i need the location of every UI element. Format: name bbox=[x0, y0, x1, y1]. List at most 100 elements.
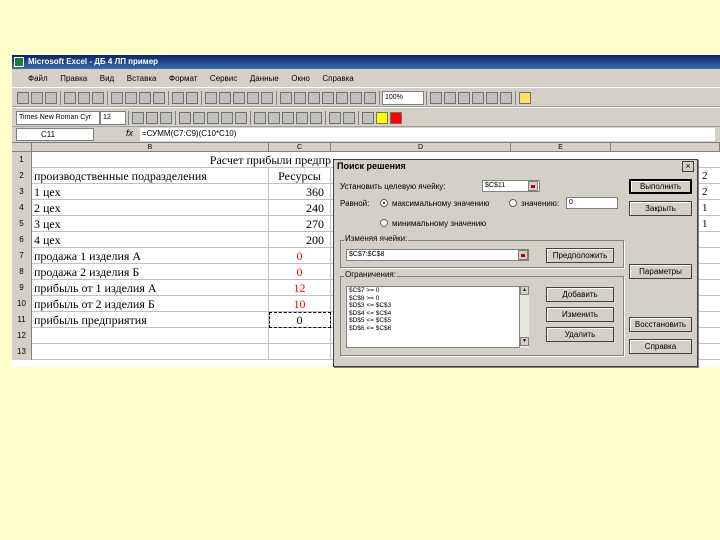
cell-b10[interactable]: прибыль от 2 изделия Б bbox=[32, 296, 269, 312]
cell-right-value[interactable]: 1 bbox=[702, 216, 720, 232]
menu-insert[interactable]: Вставка bbox=[122, 70, 162, 88]
underline-icon[interactable] bbox=[160, 112, 172, 124]
cell-c10[interactable]: 10 bbox=[269, 296, 331, 312]
options-button[interactable]: Параметры bbox=[629, 264, 692, 279]
align-center-icon[interactable] bbox=[193, 112, 205, 124]
comma-icon[interactable] bbox=[282, 112, 294, 124]
map-icon[interactable] bbox=[308, 92, 320, 104]
merge-center-icon[interactable] bbox=[235, 112, 247, 124]
menu-format[interactable]: Формат bbox=[164, 70, 202, 88]
row-number[interactable]: 6 bbox=[12, 232, 32, 248]
menu-help[interactable]: Справка bbox=[317, 70, 358, 88]
chart-wizard-icon[interactable] bbox=[294, 92, 306, 104]
list-item[interactable]: $D$4 <= $C$4 bbox=[347, 310, 528, 318]
column-header-f[interactable] bbox=[611, 143, 720, 152]
print-preview-icon[interactable] bbox=[78, 92, 90, 104]
cell-c12[interactable] bbox=[269, 328, 331, 344]
guess-button[interactable]: Предположить bbox=[546, 248, 614, 263]
menu-tools[interactable]: Сервис bbox=[205, 70, 242, 88]
italic-icon[interactable] bbox=[146, 112, 158, 124]
select-all-corner[interactable] bbox=[12, 143, 32, 152]
name-box[interactable]: C11 bbox=[16, 128, 94, 141]
cell-c9[interactable]: 12 bbox=[269, 280, 331, 296]
new-icon[interactable] bbox=[17, 92, 29, 104]
changing-cells-field[interactable]: $C$7:$C$8 bbox=[346, 249, 529, 261]
list-item[interactable]: $D$6 <= $C$6 bbox=[347, 325, 528, 333]
collapse-dialog-icon[interactable] bbox=[518, 250, 528, 260]
toolbar-icon[interactable] bbox=[486, 92, 498, 104]
autosum-icon[interactable] bbox=[219, 92, 231, 104]
row-number[interactable]: 8 bbox=[12, 264, 32, 280]
spelling-icon[interactable] bbox=[92, 92, 104, 104]
menu-data[interactable]: Данные bbox=[245, 70, 284, 88]
increase-decimal-icon[interactable] bbox=[296, 112, 308, 124]
row-number[interactable]: 12 bbox=[12, 328, 32, 344]
close-icon[interactable]: × bbox=[682, 161, 694, 172]
redo-icon[interactable] bbox=[186, 92, 198, 104]
align-right-icon[interactable] bbox=[207, 112, 219, 124]
formula-input[interactable]: =СУММ(C7:C9)(C10*C10) bbox=[140, 128, 715, 141]
save-icon[interactable] bbox=[45, 92, 57, 104]
cell-b3[interactable]: 1 цех bbox=[32, 184, 269, 200]
decrease-decimal-icon[interactable] bbox=[310, 112, 322, 124]
row-number[interactable]: 11 bbox=[12, 312, 32, 328]
cell-b13[interactable] bbox=[32, 344, 269, 360]
row-number[interactable]: 7 bbox=[12, 248, 32, 264]
cell-b7[interactable]: продажа 1 изделия А bbox=[32, 248, 269, 264]
list-item[interactable]: $D$3 <= $C$3 bbox=[347, 302, 528, 310]
align-left-icon[interactable] bbox=[179, 112, 191, 124]
cell-b2[interactable]: производственные подразделения bbox=[32, 168, 269, 184]
sort-descending-icon[interactable] bbox=[261, 92, 273, 104]
cell-c4[interactable]: 240 bbox=[269, 200, 331, 216]
reset-button[interactable]: Восстановить bbox=[629, 317, 692, 332]
row-number[interactable]: 2 bbox=[12, 168, 32, 184]
column-header-c[interactable]: C bbox=[269, 143, 331, 152]
column-header-d[interactable]: D bbox=[331, 143, 511, 152]
cell-b12[interactable] bbox=[32, 328, 269, 344]
format-painter-icon[interactable] bbox=[153, 92, 165, 104]
row-number[interactable]: 3 bbox=[12, 184, 32, 200]
print-icon[interactable] bbox=[64, 92, 76, 104]
row-number[interactable]: 13 bbox=[12, 344, 32, 360]
cell-c3[interactable]: 360 bbox=[269, 184, 331, 200]
font-select[interactable]: Times New Roman Cyr bbox=[16, 111, 100, 125]
delete-button[interactable]: Удалить bbox=[546, 327, 614, 342]
min-radio[interactable] bbox=[380, 219, 388, 227]
list-item[interactable]: $C$8 >= 0 bbox=[347, 295, 528, 303]
drawing-toolbar-icon[interactable] bbox=[364, 92, 376, 104]
cell-c8[interactable]: 0 bbox=[269, 264, 331, 280]
cell-right-value[interactable]: 2 bbox=[702, 168, 720, 184]
function-icon[interactable]: fx bbox=[126, 128, 133, 138]
list-item[interactable]: $D$5 <= $C$5 bbox=[347, 317, 528, 325]
percent-icon[interactable] bbox=[268, 112, 280, 124]
collapse-dialog-icon[interactable] bbox=[528, 181, 538, 191]
row-number[interactable]: 1 bbox=[12, 152, 32, 168]
copy-icon[interactable] bbox=[125, 92, 137, 104]
row-number[interactable]: 10 bbox=[12, 296, 32, 312]
zoom-select[interactable]: 100% bbox=[382, 91, 424, 105]
menu-window[interactable]: Окно bbox=[286, 70, 315, 88]
office-assistant-icon[interactable] bbox=[519, 92, 531, 104]
scroll-up-icon[interactable]: ▲ bbox=[520, 286, 529, 295]
cell-right-value[interactable]: 1 bbox=[702, 200, 720, 216]
font-size-select[interactable]: 12 bbox=[100, 111, 126, 125]
drawing-icon[interactable] bbox=[322, 92, 334, 104]
cell-b6[interactable]: 4 цех bbox=[32, 232, 269, 248]
filter-icon[interactable] bbox=[280, 92, 292, 104]
function-icon[interactable] bbox=[233, 92, 245, 104]
toolbar-icon[interactable] bbox=[430, 92, 442, 104]
borders-icon[interactable] bbox=[362, 112, 374, 124]
list-item[interactable]: $C$7 >= 0 bbox=[347, 287, 528, 295]
cell-c6[interactable]: 200 bbox=[269, 232, 331, 248]
paste-icon[interactable] bbox=[139, 92, 151, 104]
cell-b8[interactable]: продажа 2 изделия Б bbox=[32, 264, 269, 280]
toolbar-icon[interactable] bbox=[444, 92, 456, 104]
cell-b11[interactable]: прибыль предприятия bbox=[32, 312, 269, 328]
constraints-list[interactable]: $C$7 >= 0 $C$8 >= 0 $D$3 <= $C$3 $D$4 <=… bbox=[346, 286, 529, 348]
toolbar-icon[interactable] bbox=[472, 92, 484, 104]
increase-indent-icon[interactable] bbox=[343, 112, 355, 124]
cell-b4[interactable]: 2 цех bbox=[32, 200, 269, 216]
toolbar-icon[interactable] bbox=[500, 92, 512, 104]
open-icon[interactable] bbox=[31, 92, 43, 104]
currency-icon[interactable] bbox=[254, 112, 266, 124]
